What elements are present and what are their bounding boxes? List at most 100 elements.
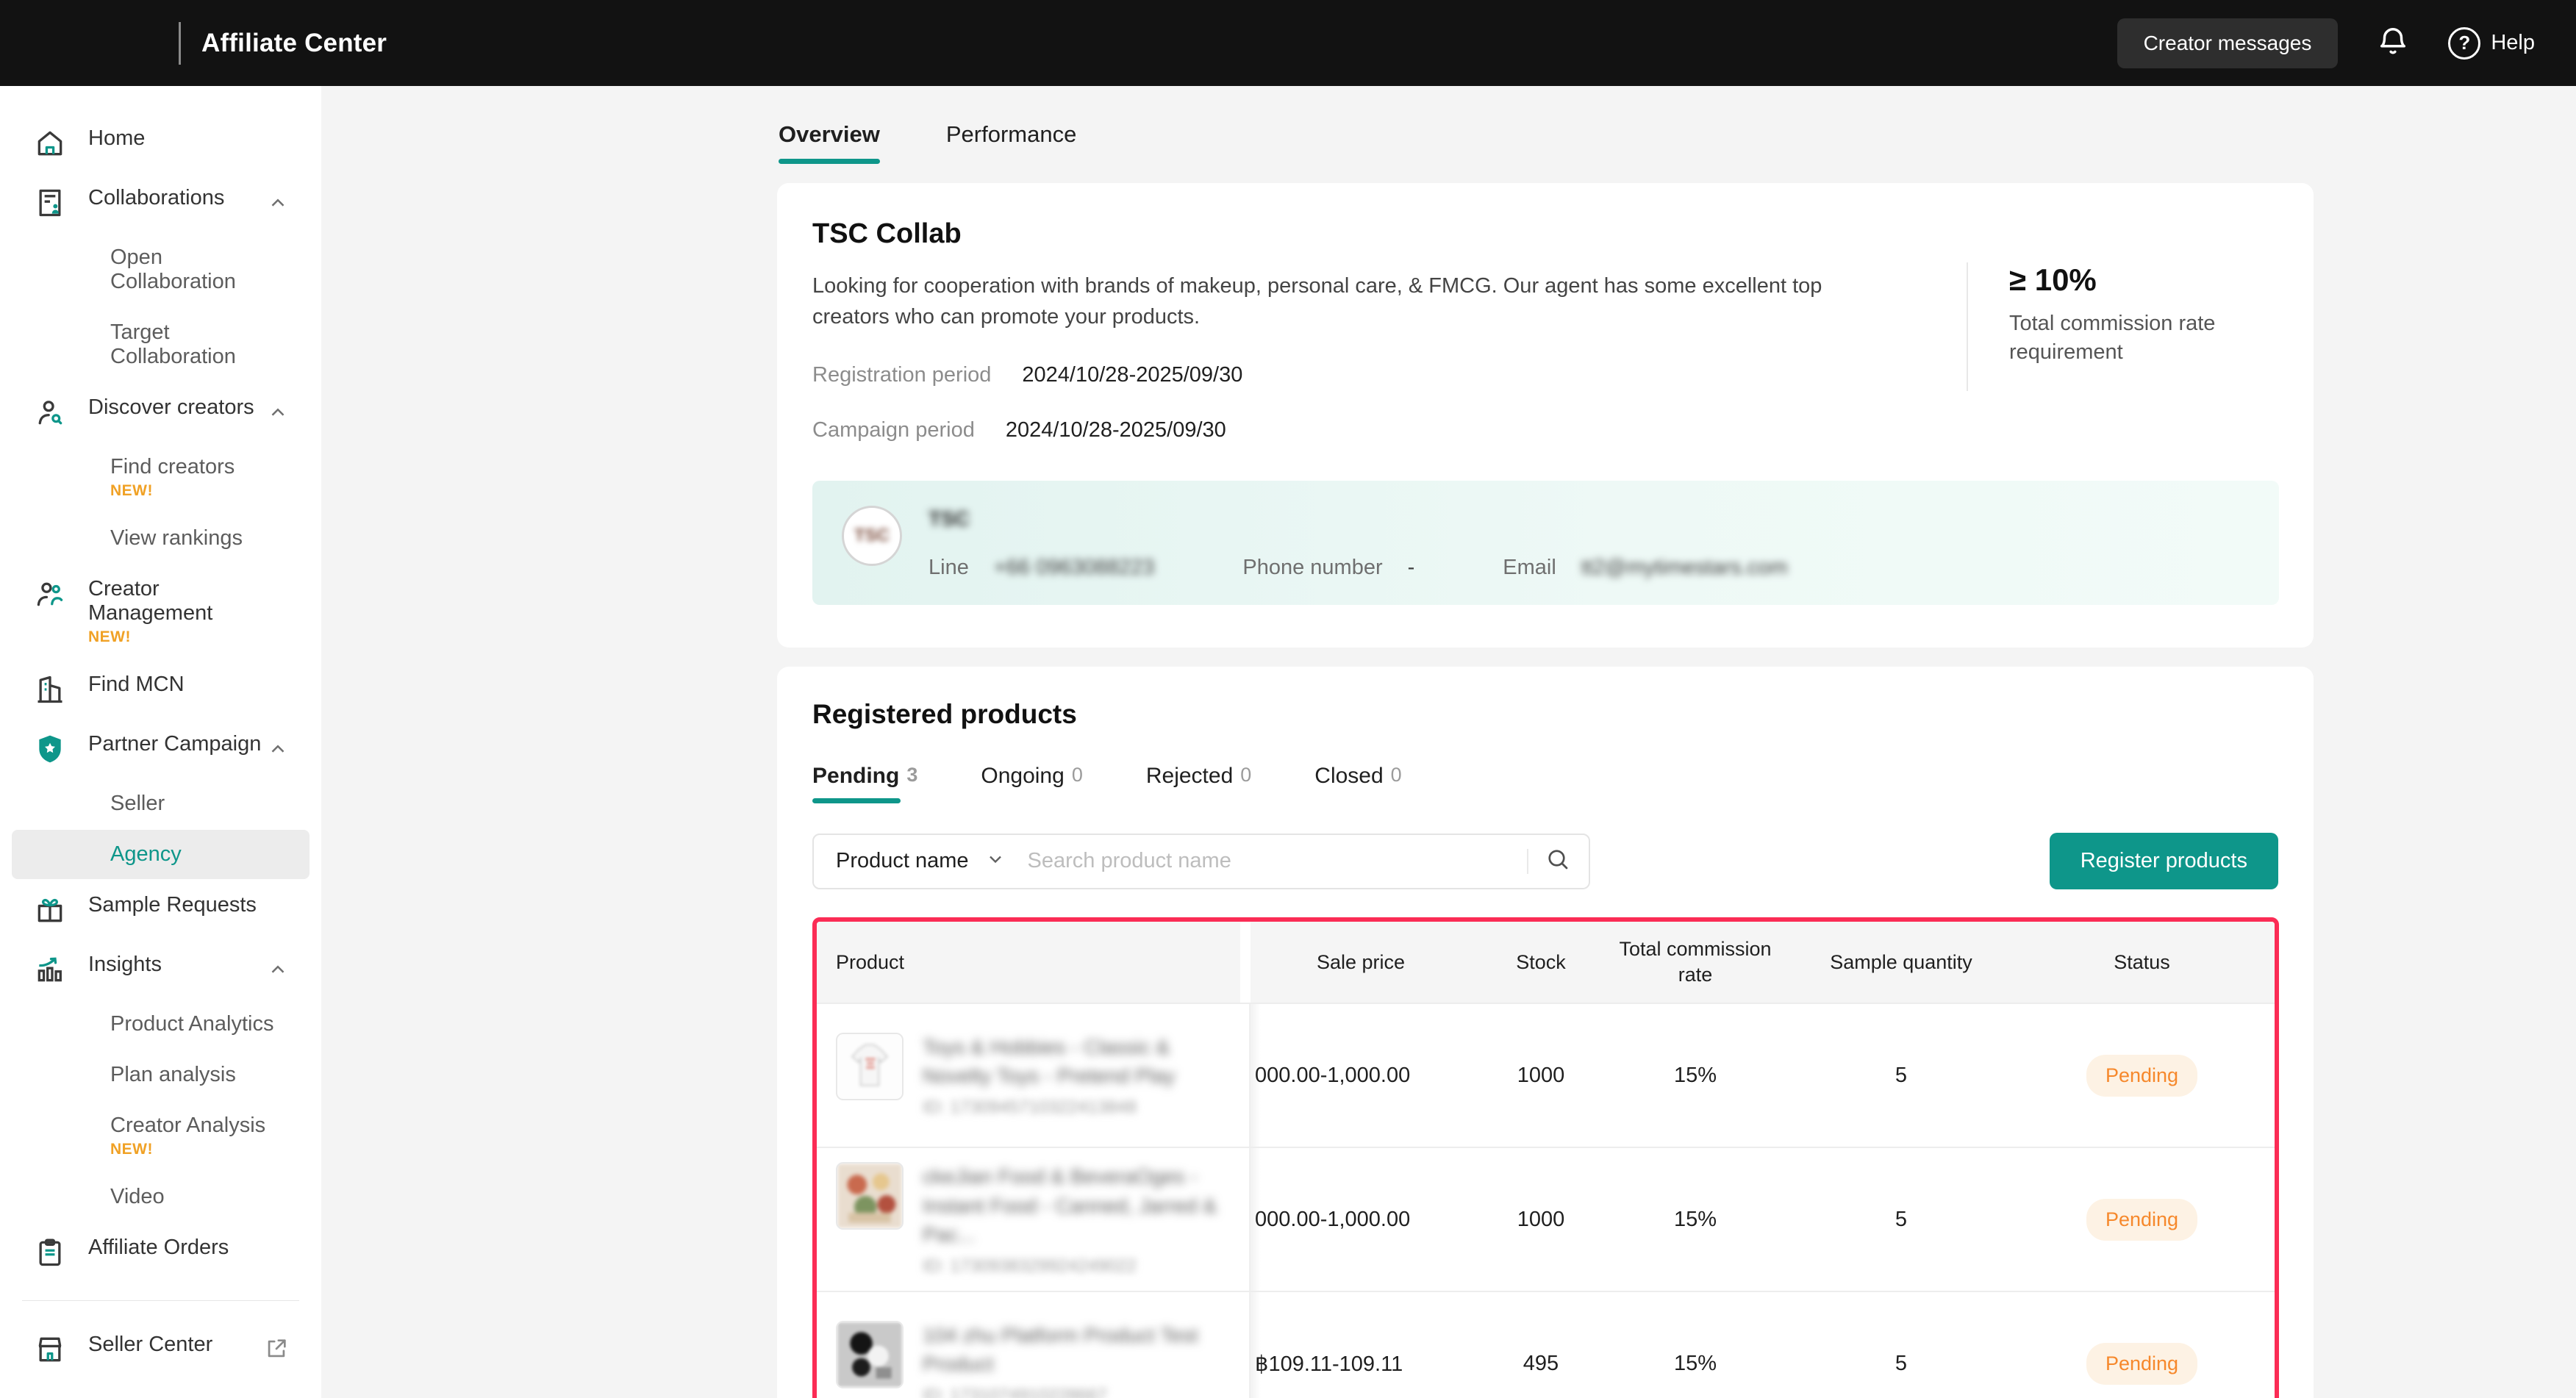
commission-requirement: ≥ 10% Total commission rate requirement bbox=[1967, 262, 2252, 442]
sidebar-item-label: Home bbox=[88, 126, 289, 151]
tab-label: Rejected bbox=[1146, 764, 1233, 789]
tab-pending[interactable]: Pending 3 bbox=[812, 764, 917, 803]
status-badge: Pending bbox=[2086, 1343, 2197, 1385]
search-field-dropdown[interactable]: Product name bbox=[836, 849, 1006, 873]
status-badge: Pending bbox=[2086, 1199, 2197, 1241]
product-thumbnail bbox=[836, 1162, 904, 1230]
tab-count: 0 bbox=[1072, 764, 1083, 789]
tab-overview[interactable]: Overview bbox=[779, 121, 880, 164]
tab-label: Ongoing bbox=[981, 764, 1064, 789]
search-input[interactable] bbox=[1028, 849, 1520, 873]
storefront-icon bbox=[34, 1333, 66, 1366]
status-tabs: Pending 3 Ongoing 0 Rejected 0 Closed 0 bbox=[812, 764, 2278, 803]
notifications-button[interactable] bbox=[2376, 25, 2410, 61]
help-button[interactable]: ? Help bbox=[2448, 27, 2535, 60]
cell-stock: 1000 bbox=[1471, 1064, 1611, 1088]
header-sale-price: Sale price bbox=[1251, 951, 1471, 974]
cell-commission-rate: 15% bbox=[1611, 1352, 1780, 1376]
sidebar-item-label: Collaborations bbox=[88, 186, 267, 210]
input-separator bbox=[1527, 849, 1528, 874]
cell-sample-quantity: 5 bbox=[1780, 1208, 2022, 1232]
campaign-period-value: 2024/10/28-2025/09/30 bbox=[1006, 418, 1226, 442]
cell-status: Pending bbox=[2022, 1055, 2261, 1097]
topbar-brand: Affiliate Center bbox=[0, 0, 387, 86]
header-product: Product bbox=[817, 922, 1251, 1003]
tab-count: 0 bbox=[1240, 764, 1251, 789]
new-badge: NEW! bbox=[110, 1141, 289, 1158]
gift-icon bbox=[34, 894, 66, 926]
cell-commission-rate: 15% bbox=[1611, 1064, 1780, 1088]
cell-stock: 495 bbox=[1471, 1352, 1611, 1376]
sidebar-item-label: Find creators bbox=[110, 455, 235, 478]
header-sample-quantity: Sample quantity bbox=[1780, 951, 2022, 974]
sidebar-divider bbox=[22, 1300, 299, 1301]
sidebar-item-label: View rankings bbox=[110, 526, 289, 551]
chevron-up-icon bbox=[267, 958, 289, 981]
sidebar-item-view-rankings[interactable]: View rankings bbox=[12, 514, 310, 563]
cell-sample-quantity: 5 bbox=[1780, 1064, 2022, 1088]
new-badge: NEW! bbox=[88, 628, 289, 646]
tab-rejected[interactable]: Rejected 0 bbox=[1146, 764, 1251, 803]
contact-name: TSC bbox=[929, 507, 970, 531]
sidebar: Home Collaborations Open Collaboration T… bbox=[0, 86, 321, 1398]
sidebar-item-partner-campaign[interactable]: Partner Campaign bbox=[12, 720, 310, 778]
product-id: ID: 1731074910228667 bbox=[923, 1386, 1239, 1398]
header-stock: Stock bbox=[1471, 951, 1611, 974]
sidebar-item-seller-center[interactable]: Seller Center bbox=[12, 1320, 310, 1378]
commission-label: Total commission rate requirement bbox=[2009, 309, 2252, 367]
campaign-period-label: Campaign period bbox=[812, 418, 975, 442]
tab-closed[interactable]: Closed 0 bbox=[1314, 764, 1401, 803]
sidebar-item-insights[interactable]: Insights bbox=[12, 940, 310, 998]
creator-messages-button[interactable]: Creator messages bbox=[2117, 18, 2339, 68]
app-title: Affiliate Center bbox=[201, 29, 387, 58]
sidebar-item-seller[interactable]: Seller bbox=[12, 779, 310, 828]
sidebar-item-video[interactable]: Video bbox=[12, 1172, 310, 1222]
sidebar-item-label: Seller bbox=[110, 792, 289, 816]
sidebar-item-label: Creator Analysis bbox=[110, 1114, 265, 1137]
table-row[interactable]: ckeJian Food & BeveraOges - Instant Food… bbox=[817, 1147, 2275, 1291]
new-badge: NEW! bbox=[110, 482, 289, 500]
building-icon bbox=[34, 673, 66, 706]
phone-value: - bbox=[1408, 556, 1415, 580]
register-products-button[interactable]: Register products bbox=[2050, 833, 2278, 889]
search-icon[interactable] bbox=[1545, 846, 1571, 876]
tab-label: Closed bbox=[1314, 764, 1383, 789]
contact-card: TSC TSC Line +66 0963088223 Phone number… bbox=[812, 481, 2279, 605]
email-value: tt2@mytimestars.com bbox=[1581, 556, 1788, 580]
tab-label: Pending bbox=[812, 764, 899, 789]
sidebar-item-label: Seller Center bbox=[88, 1333, 264, 1357]
sidebar-item-open-collaboration[interactable]: Open Collaboration bbox=[12, 233, 310, 307]
sidebar-item-find-creators[interactable]: Find creators NEW! bbox=[12, 442, 310, 512]
sidebar-item-label: Plan analysis bbox=[110, 1063, 289, 1087]
sidebar-item-agency[interactable]: Agency bbox=[12, 830, 310, 879]
cell-sample-quantity: 5 bbox=[1780, 1352, 2022, 1376]
table-header-row: Product Sale price Stock Total commissio… bbox=[817, 922, 2275, 1003]
product-title: 104 zhu Platform Product Test Product bbox=[923, 1321, 1239, 1378]
sidebar-item-affiliate-orders[interactable]: Affiliate Orders bbox=[12, 1223, 310, 1281]
sidebar-item-home[interactable]: Home bbox=[12, 114, 310, 172]
bar-chart-icon bbox=[34, 953, 66, 986]
sidebar-item-discover-creators[interactable]: Discover creators bbox=[12, 383, 310, 441]
cell-sale-price: 000.00-1,000.00 bbox=[1251, 1064, 1471, 1088]
chevron-down-icon bbox=[985, 849, 1006, 873]
sidebar-item-creator-management[interactable]: Creator Management NEW! bbox=[12, 564, 310, 659]
campaign-card: TSC Collab Looking for cooperation with … bbox=[777, 183, 2314, 648]
tab-ongoing[interactable]: Ongoing 0 bbox=[981, 764, 1082, 803]
table-row[interactable]: Toys & Hobbies - Classic & Novelty Toys … bbox=[817, 1003, 2275, 1147]
sidebar-item-sample-requests[interactable]: Sample Requests bbox=[12, 881, 310, 939]
sidebar-item-creator-analysis[interactable]: Creator Analysis NEW! bbox=[12, 1101, 310, 1171]
shield-icon bbox=[34, 733, 66, 765]
chevron-up-icon bbox=[267, 401, 289, 423]
sidebar-item-target-collaboration[interactable]: Target Collaboration bbox=[12, 308, 310, 381]
tab-performance[interactable]: Performance bbox=[946, 121, 1076, 164]
tab-count: 3 bbox=[906, 764, 917, 789]
registration-period-value: 2024/10/28-2025/09/30 bbox=[1022, 363, 1242, 387]
sidebar-item-plan-analysis[interactable]: Plan analysis bbox=[12, 1050, 310, 1100]
sidebar-item-product-analytics[interactable]: Product Analytics bbox=[12, 1000, 310, 1049]
topbar-divider bbox=[179, 22, 181, 65]
cell-sale-price: 000.00-1,000.00 bbox=[1251, 1208, 1471, 1232]
sidebar-item-collaborations[interactable]: Collaborations bbox=[12, 173, 310, 232]
sidebar-item-find-mcn[interactable]: Find MCN bbox=[12, 660, 310, 718]
table-row[interactable]: 104 zhu Platform Product Test Product ID… bbox=[817, 1291, 2275, 1398]
sidebar-item-label: Target Collaboration bbox=[110, 320, 289, 369]
